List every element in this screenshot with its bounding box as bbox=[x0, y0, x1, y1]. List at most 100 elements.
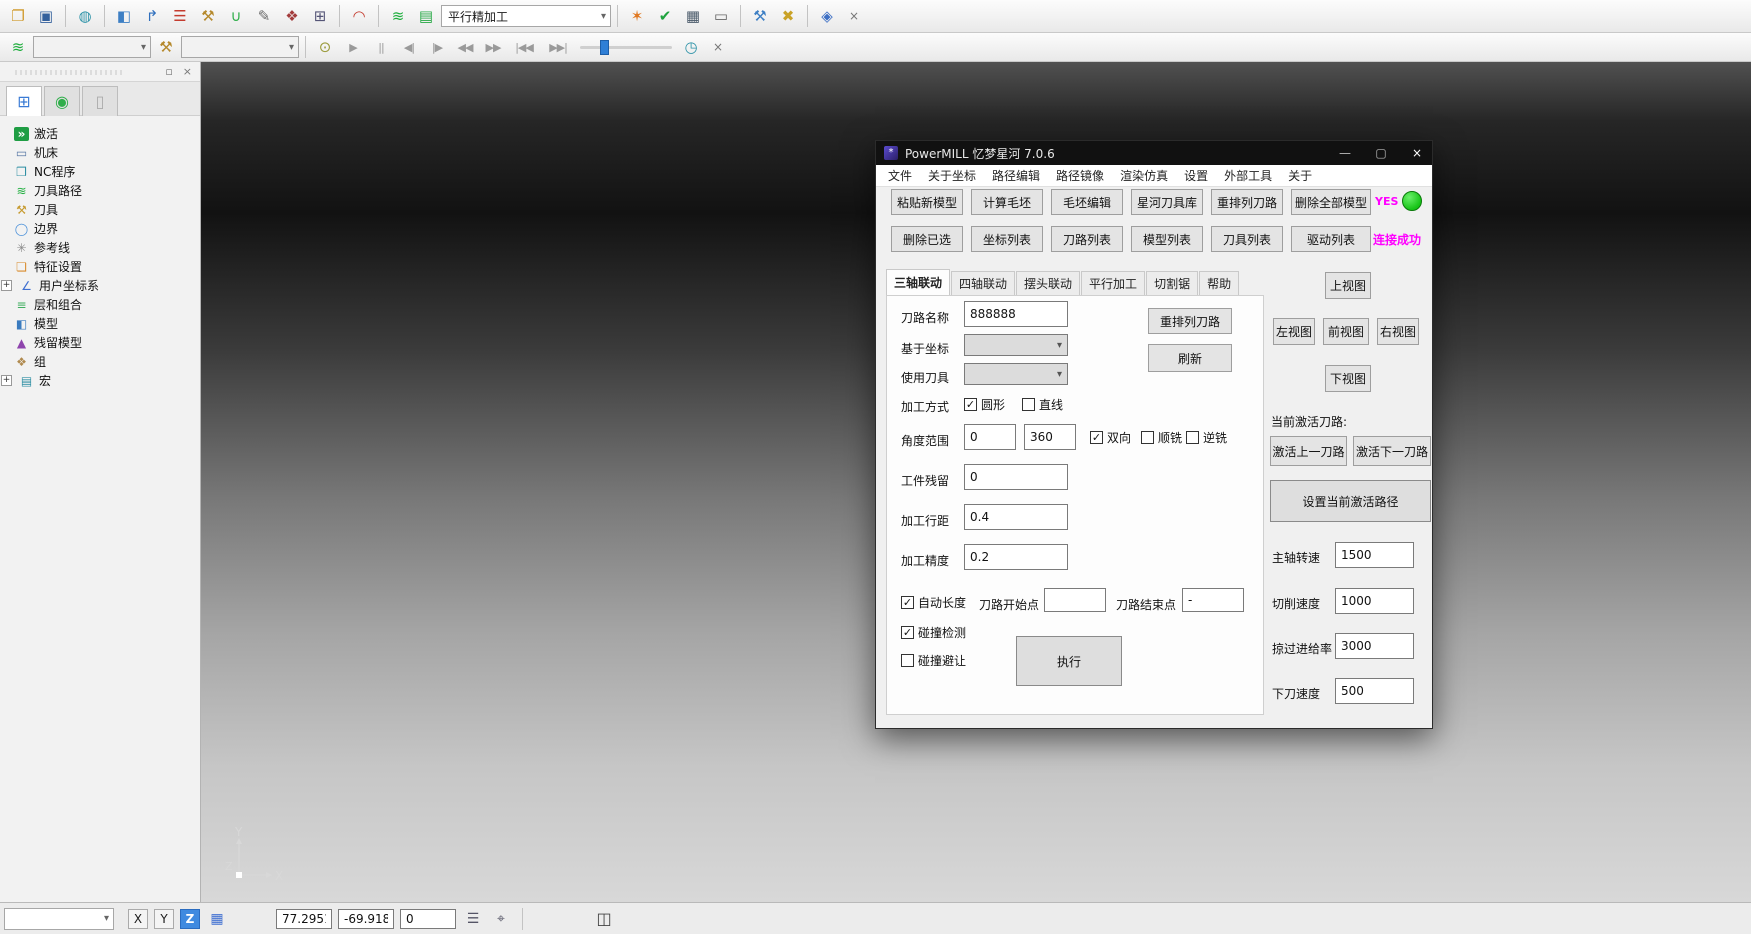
circle-checkbox[interactable]: ✓圆形 bbox=[964, 396, 1005, 413]
menu-file[interactable]: 文件 bbox=[888, 167, 912, 184]
tree-item-active[interactable]: »激活 bbox=[14, 124, 200, 143]
expander-icon[interactable]: + bbox=[1, 375, 12, 386]
refresh-button[interactable]: 刷新 bbox=[1148, 344, 1232, 372]
tree-item-machine[interactable]: ▭机床 bbox=[14, 143, 200, 162]
collision-pair-icon[interactable]: ◈ bbox=[814, 4, 840, 28]
rearrange-button[interactable]: 重排列刀路 bbox=[1148, 308, 1232, 334]
tab-parallel[interactable]: 平行加工 bbox=[1081, 271, 1145, 295]
tab-explorer-recycle[interactable]: ▯ bbox=[82, 86, 118, 116]
tree-item-toolpaths[interactable]: ≋刀具路径 bbox=[14, 181, 200, 200]
spindle-speed-input[interactable] bbox=[1335, 542, 1414, 568]
close-icon[interactable]: × bbox=[1410, 146, 1424, 160]
tree-item-patterns[interactable]: ✳参考线 bbox=[14, 238, 200, 257]
tree-item-macros[interactable]: +▤宏 bbox=[14, 371, 200, 390]
open-project-icon[interactable]: ❐ bbox=[5, 4, 31, 28]
tool-pair-icon[interactable]: ⚒ bbox=[747, 4, 773, 28]
save-project-icon[interactable]: ▣ bbox=[33, 4, 59, 28]
coord-base-dropdown[interactable]: ▾ bbox=[964, 334, 1068, 356]
rearrange-toolpath-button[interactable]: 重排列刀路 bbox=[1211, 189, 1283, 215]
plunge-feed-input[interactable] bbox=[1335, 678, 1414, 704]
tab-explorer-web[interactable]: ◉ bbox=[44, 86, 80, 116]
step-back-icon[interactable]: ◀| bbox=[396, 35, 422, 59]
model-icon[interactable]: ◧ bbox=[111, 4, 137, 28]
end-point-input[interactable] bbox=[1182, 588, 1244, 612]
cutting-feed-input[interactable] bbox=[1335, 588, 1414, 614]
model-list-button[interactable]: 模型列表 bbox=[1131, 226, 1203, 252]
simulation-icon[interactable]: ◠ bbox=[346, 4, 372, 28]
list-icon[interactable]: ☰ bbox=[462, 911, 484, 927]
coord-x-input[interactable] bbox=[276, 909, 332, 929]
tool-library-button[interactable]: 星河刀具库 bbox=[1131, 189, 1203, 215]
tool-icon[interactable]: ⚒ bbox=[195, 4, 221, 28]
tolerance-input[interactable] bbox=[964, 544, 1068, 570]
collision-avoid-checkbox[interactable]: 碰撞避让 bbox=[901, 652, 966, 669]
strategy-list-icon[interactable]: ▤ bbox=[413, 4, 439, 28]
rewind-icon[interactable]: ◀◀ bbox=[452, 35, 478, 59]
menu-external-tools[interactable]: 外部工具 bbox=[1224, 167, 1272, 184]
go-to-end-icon[interactable]: ▶▶| bbox=[542, 35, 574, 59]
boundary-icon[interactable]: ∪ bbox=[223, 4, 249, 28]
slider-thumb[interactable] bbox=[600, 40, 609, 55]
go-to-start-icon[interactable]: |◀◀ bbox=[508, 35, 540, 59]
tree-item-workplanes[interactable]: +∠用户坐标系 bbox=[14, 276, 200, 295]
coord-z-input[interactable] bbox=[400, 909, 456, 929]
stepover-input[interactable] bbox=[964, 504, 1068, 530]
view-left-button[interactable]: 左视图 bbox=[1273, 318, 1315, 345]
simulation-speed-slider[interactable] bbox=[580, 37, 672, 57]
menu-settings[interactable]: 设置 bbox=[1184, 167, 1208, 184]
activate-prev-button[interactable]: 激活上一刀路 bbox=[1270, 436, 1347, 466]
line-checkbox[interactable]: 直线 bbox=[1022, 396, 1063, 413]
tab-explorer-tree[interactable]: ⊞ bbox=[6, 86, 42, 116]
feature-set-icon[interactable]: ❖ bbox=[279, 4, 305, 28]
bidirectional-checkbox[interactable]: ✓双向 bbox=[1090, 429, 1131, 446]
tool-list-button[interactable]: 刀具列表 bbox=[1211, 226, 1283, 252]
dialog-titlebar[interactable]: * PowerMILL 忆梦星河 7.0.6 — ▢ × bbox=[876, 141, 1432, 165]
axis-z-button[interactable]: Z bbox=[180, 909, 200, 929]
tree-item-stock-models[interactable]: ▲残留模型 bbox=[14, 333, 200, 352]
activate-next-button[interactable]: 激活下一刀路 bbox=[1353, 436, 1431, 466]
swap-axes-icon[interactable]: ✖ bbox=[775, 4, 801, 28]
menu-path-edit[interactable]: 路径编辑 bbox=[992, 167, 1040, 184]
toolpath-name-input[interactable] bbox=[964, 301, 1068, 327]
climb-mill-checkbox[interactable]: 顺铣 bbox=[1141, 429, 1182, 446]
toolpath-jump-icon[interactable]: ↱ bbox=[139, 4, 165, 28]
block-edit-button[interactable]: 毛坯编辑 bbox=[1051, 189, 1123, 215]
tree-item-nc-programs[interactable]: ❒NC程序 bbox=[14, 162, 200, 181]
use-tool-dropdown[interactable]: ▾ bbox=[964, 363, 1068, 385]
calculator-icon[interactable]: ▦ bbox=[680, 4, 706, 28]
delete-all-models-button[interactable]: 删除全部模型 bbox=[1291, 189, 1371, 215]
paste-model-button[interactable]: 粘贴新模型 bbox=[891, 189, 963, 215]
tab-saw[interactable]: 切割锯 bbox=[1146, 271, 1198, 295]
pause-icon[interactable]: || bbox=[368, 35, 394, 59]
play-icon[interactable]: ▶ bbox=[340, 35, 366, 59]
toolpath-list-button[interactable]: 刀路列表 bbox=[1051, 226, 1123, 252]
flash-tool-icon[interactable]: ✶ bbox=[624, 4, 650, 28]
tree-item-feature-sets[interactable]: ❏特征设置 bbox=[14, 257, 200, 276]
fast-forward-icon[interactable]: ▶▶ bbox=[480, 35, 506, 59]
view-top-button[interactable]: 上视图 bbox=[1325, 272, 1371, 299]
tab-help[interactable]: 帮助 bbox=[1199, 271, 1239, 295]
execute-button[interactable]: 执行 bbox=[1016, 636, 1122, 686]
tree-item-groups[interactable]: ❖组 bbox=[14, 352, 200, 371]
float-panel-icon[interactable]: ▫ bbox=[163, 65, 174, 78]
nc-program-icon[interactable]: ☰ bbox=[167, 4, 193, 28]
angle-to-input[interactable] bbox=[1024, 424, 1076, 450]
sim-toolpath-dropdown[interactable]: ▾ bbox=[33, 36, 151, 58]
expander-icon[interactable]: + bbox=[1, 280, 12, 291]
locate-icon[interactable]: ⌖ bbox=[490, 911, 512, 927]
menu-coordinates[interactable]: 关于坐标 bbox=[928, 167, 976, 184]
menu-render-sim[interactable]: 渲染仿真 bbox=[1120, 167, 1168, 184]
conventional-mill-checkbox[interactable]: 逆铣 bbox=[1186, 429, 1227, 446]
grid-icon[interactable]: ▦ bbox=[206, 911, 228, 927]
angle-from-input[interactable] bbox=[964, 424, 1016, 450]
verify-toolpath-icon[interactable]: ✔ bbox=[652, 4, 678, 28]
panel-toggle-icon[interactable]: ◫ bbox=[593, 909, 615, 928]
view-front-button[interactable]: 前视图 bbox=[1323, 318, 1369, 345]
axis-x-button[interactable]: X bbox=[128, 909, 148, 929]
clock-icon[interactable]: ◷ bbox=[678, 35, 704, 59]
status-dropdown[interactable]: ▾ bbox=[4, 908, 114, 930]
tab-swivel[interactable]: 摆头联动 bbox=[1016, 271, 1080, 295]
axis-y-button[interactable]: Y bbox=[154, 909, 174, 929]
delete-selected-button[interactable]: 删除已选 bbox=[891, 226, 963, 252]
tree-item-levels[interactable]: ≡层和组合 bbox=[14, 295, 200, 314]
